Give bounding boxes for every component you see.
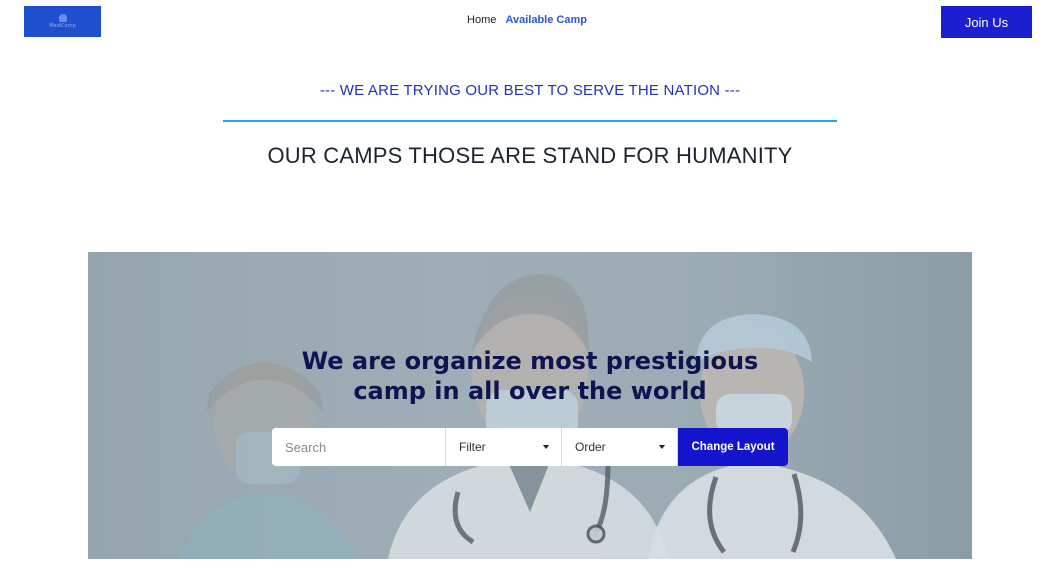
filter-dropdown[interactable]: Filter — [446, 428, 562, 466]
caret-down-icon — [543, 445, 549, 449]
section-divider — [223, 120, 837, 122]
hero-banner: We are organize most prestigious camp in… — [88, 252, 972, 559]
hero-title: We are organize most prestigious camp in… — [88, 346, 972, 406]
hero-title-line2: camp in all over the world — [353, 377, 707, 405]
filter-dropdown-label: Filter — [459, 440, 486, 454]
join-us-button[interactable]: Join Us — [941, 6, 1032, 38]
change-layout-button[interactable]: Change Layout — [678, 428, 788, 466]
caret-down-icon — [659, 445, 665, 449]
hero-title-line1: We are organize most prestigious — [301, 347, 759, 375]
nav-available-camp-link[interactable]: Available Camp — [505, 14, 587, 26]
section-heading: OUR CAMPS THOSE ARE STAND FOR HUMANITY — [267, 143, 793, 168]
search-input[interactable] — [272, 428, 446, 466]
main-nav: Home Available Camp — [0, 14, 1054, 26]
nav-home-link[interactable]: Home — [467, 14, 496, 26]
section-tagline: --- WE ARE TRYING OUR BEST TO SERVE THE … — [319, 82, 741, 99]
order-dropdown[interactable]: Order — [562, 428, 678, 466]
search-toolbar: Filter Order Change Layout — [272, 428, 788, 466]
order-dropdown-label: Order — [575, 440, 606, 454]
